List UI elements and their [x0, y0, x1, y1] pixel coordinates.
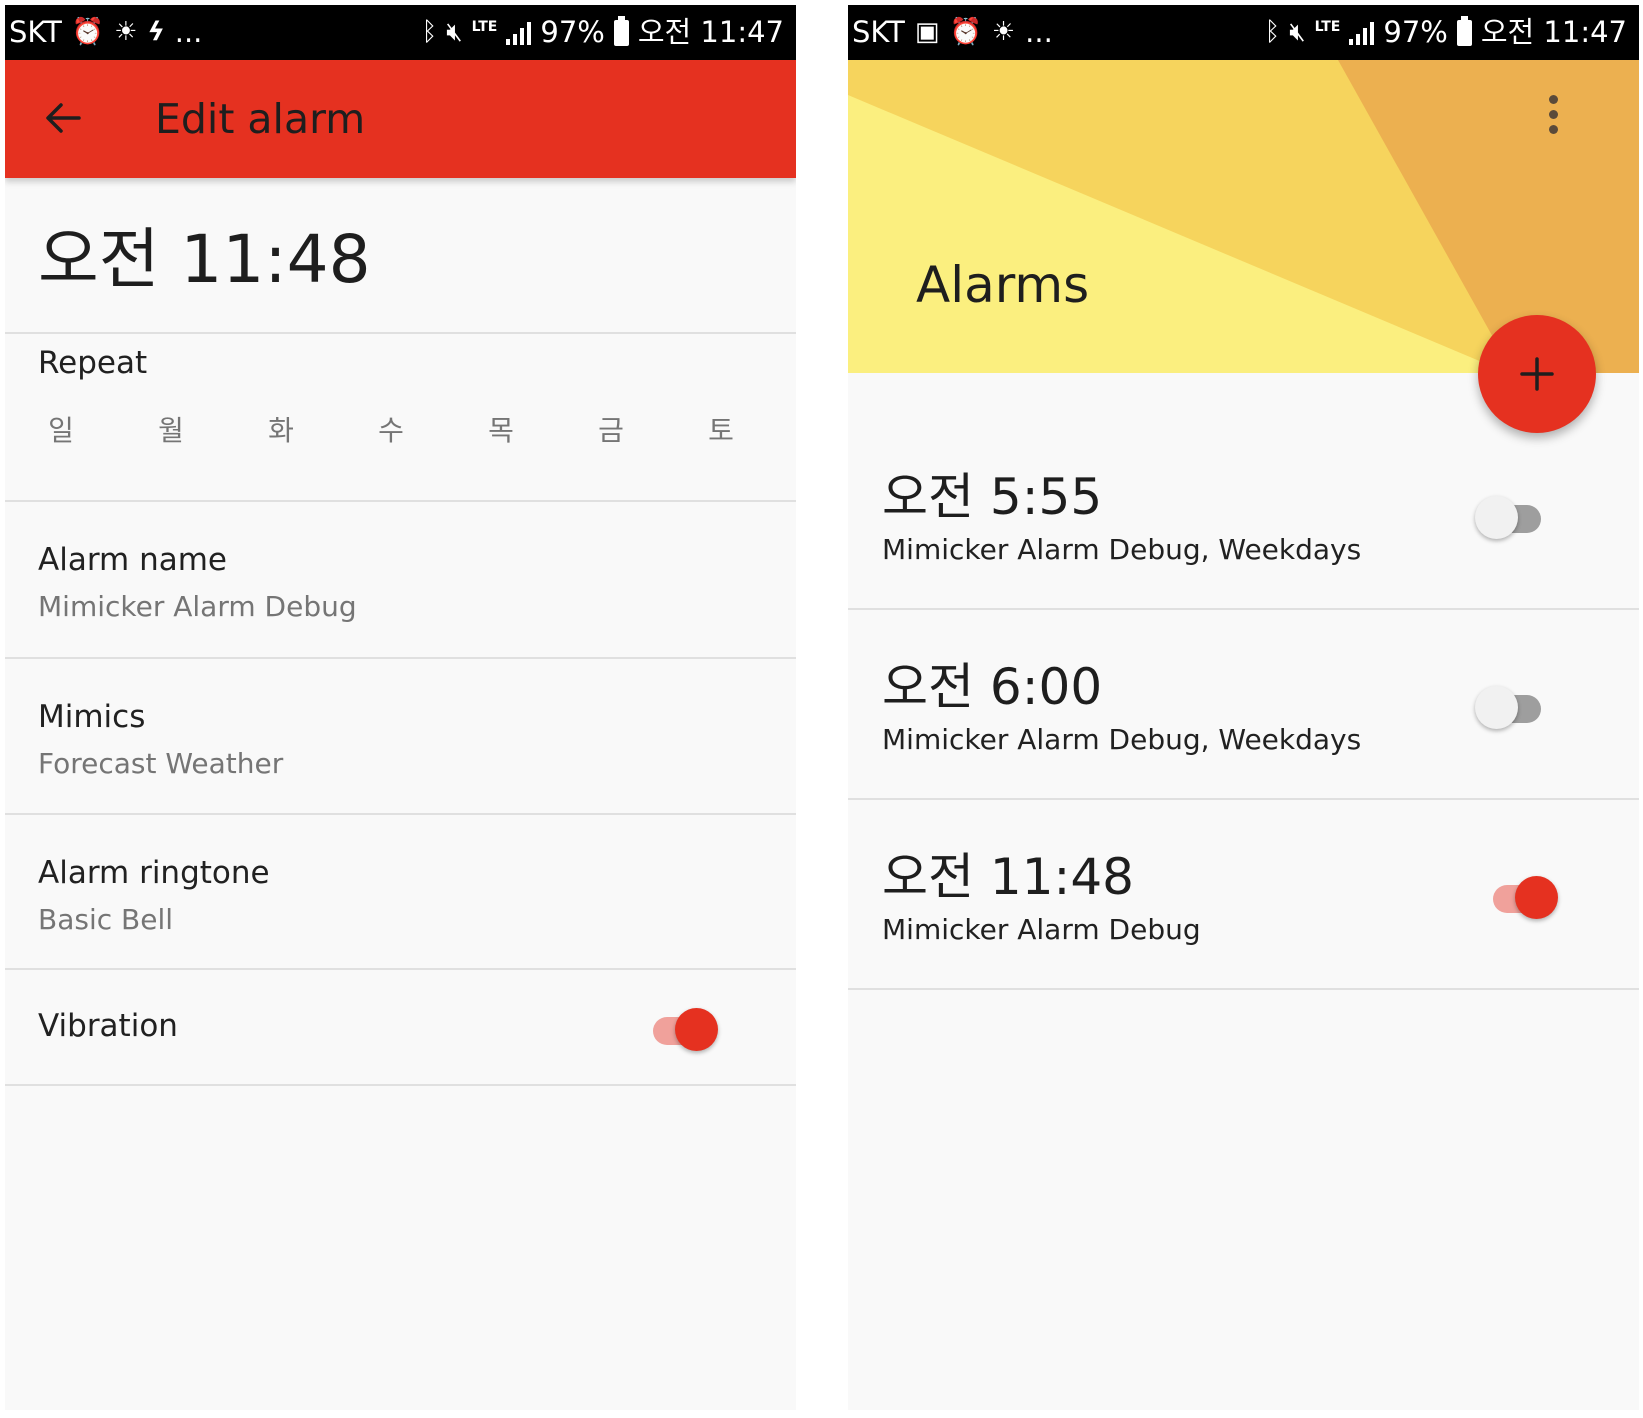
divider: [848, 988, 1639, 990]
mute-icon: 🔇︎: [1289, 17, 1306, 47]
plus-icon: [1520, 357, 1554, 391]
day-tuesday[interactable]: 화: [261, 409, 301, 449]
alarm-time: 오전 11:48: [882, 848, 1134, 906]
back-arrow-icon[interactable]: [43, 98, 83, 138]
divider: [848, 608, 1639, 610]
setting-title: Vibration: [38, 1008, 178, 1044]
setting-value: Forecast Weather: [38, 747, 284, 780]
alarm-icon: ⏰: [71, 17, 105, 47]
setting-ringtone[interactable]: Alarm ringtone Basic Bell: [5, 815, 796, 970]
alarm-toggle[interactable]: [1475, 683, 1547, 731]
alarm-list-item[interactable]: 오전 5:55 Mimicker Alarm Debug, Weekdays: [848, 425, 1639, 615]
overflow-menu-icon[interactable]: [1541, 95, 1565, 145]
day-sunday[interactable]: 일: [41, 409, 81, 449]
network-type: LTE: [471, 18, 498, 35]
alarm-toggle[interactable]: [1475, 493, 1547, 541]
alarm-list-item[interactable]: 오전 6:00 Mimicker Alarm Debug, Weekdays: [848, 615, 1639, 805]
divider: [848, 798, 1639, 800]
setting-value: Mimicker Alarm Debug: [38, 590, 357, 623]
day-monday[interactable]: 월: [151, 409, 191, 449]
signal-icon: [1349, 21, 1375, 45]
battery-percent: 97%: [1383, 15, 1448, 49]
setting-title: Alarm ringtone: [38, 855, 270, 891]
setting-alarm-name[interactable]: Alarm name Mimicker Alarm Debug: [5, 502, 796, 657]
app-bar: Edit alarm: [5, 60, 796, 178]
bluetooth-icon: ᛒ: [1264, 17, 1281, 47]
clock: 오전 11:47: [1480, 15, 1627, 49]
repeat-days: 일 월 화 수 목 금 토: [41, 409, 741, 459]
clock: 오전 11:47: [637, 15, 784, 49]
more-notifications: ...: [1025, 15, 1053, 49]
setting-title: Alarm name: [38, 542, 227, 578]
alarm-list-item[interactable]: 오전 11:48 Mimicker Alarm Debug: [848, 805, 1639, 995]
alarm-description: Mimicker Alarm Debug, Weekdays: [882, 533, 1362, 566]
brightness-icon: ☀: [114, 17, 138, 47]
setting-title: Mimics: [38, 699, 146, 735]
alarm-description: Mimicker Alarm Debug: [882, 913, 1201, 946]
status-bar: SKT ▣ ⏰ ☀ ... ᛒ 🔇︎ LTE 97% 오전 11:47: [848, 5, 1639, 60]
network-type: LTE: [1314, 18, 1341, 35]
brightness-icon: ☀: [991, 17, 1016, 47]
alarm-time-picker[interactable]: 오전 11:48: [38, 220, 371, 300]
mute-icon: 🔇︎: [446, 17, 463, 47]
signal-icon: [506, 21, 532, 45]
day-friday[interactable]: 금: [591, 409, 631, 449]
status-bar: SKT ⏰ ☀ ϟ ... ᛒ 🔇︎ LTE 97% 오전 11:47: [5, 5, 796, 60]
image-icon: ▣: [914, 17, 940, 47]
edit-alarm-screen: SKT ⏰ ☀ ϟ ... ᛒ 🔇︎ LTE 97% 오전 11:47 Edit…: [5, 5, 796, 1410]
alarm-time: 오전 6:00: [882, 658, 1103, 716]
alarm-icon: ⏰: [949, 17, 982, 47]
repeat-label: Repeat: [38, 345, 148, 381]
setting-value: Basic Bell: [38, 903, 174, 936]
day-saturday[interactable]: 토: [701, 409, 741, 449]
add-alarm-button[interactable]: [1478, 315, 1596, 433]
more-notifications: ...: [174, 15, 203, 49]
vibration-toggle[interactable]: [649, 1005, 721, 1053]
battery-icon: [613, 15, 629, 46]
battery-percent: 97%: [540, 15, 605, 49]
page-title: Alarms: [916, 256, 1090, 314]
carrier-label: SKT: [852, 15, 905, 49]
divider: [5, 332, 796, 334]
battery-icon: [1456, 15, 1472, 46]
day-wednesday[interactable]: 수: [371, 409, 411, 449]
day-thursday[interactable]: 목: [481, 409, 521, 449]
setting-mimics[interactable]: Mimics Forecast Weather: [5, 659, 796, 814]
bluetooth-icon: ᛒ: [421, 17, 438, 47]
alarm-description: Mimicker Alarm Debug, Weekdays: [882, 723, 1362, 756]
divider: [5, 1084, 796, 1086]
page-title: Edit alarm: [155, 95, 366, 143]
setting-vibration: Vibration: [5, 970, 796, 1085]
carrier-label: SKT: [9, 15, 62, 49]
flash-icon: ϟ: [147, 17, 165, 47]
alarms-screen: SKT ▣ ⏰ ☀ ... ᛒ 🔇︎ LTE 97% 오전 11:47 Alar…: [848, 5, 1639, 1410]
alarm-toggle[interactable]: [1489, 873, 1561, 921]
alarm-time: 오전 5:55: [882, 468, 1103, 526]
